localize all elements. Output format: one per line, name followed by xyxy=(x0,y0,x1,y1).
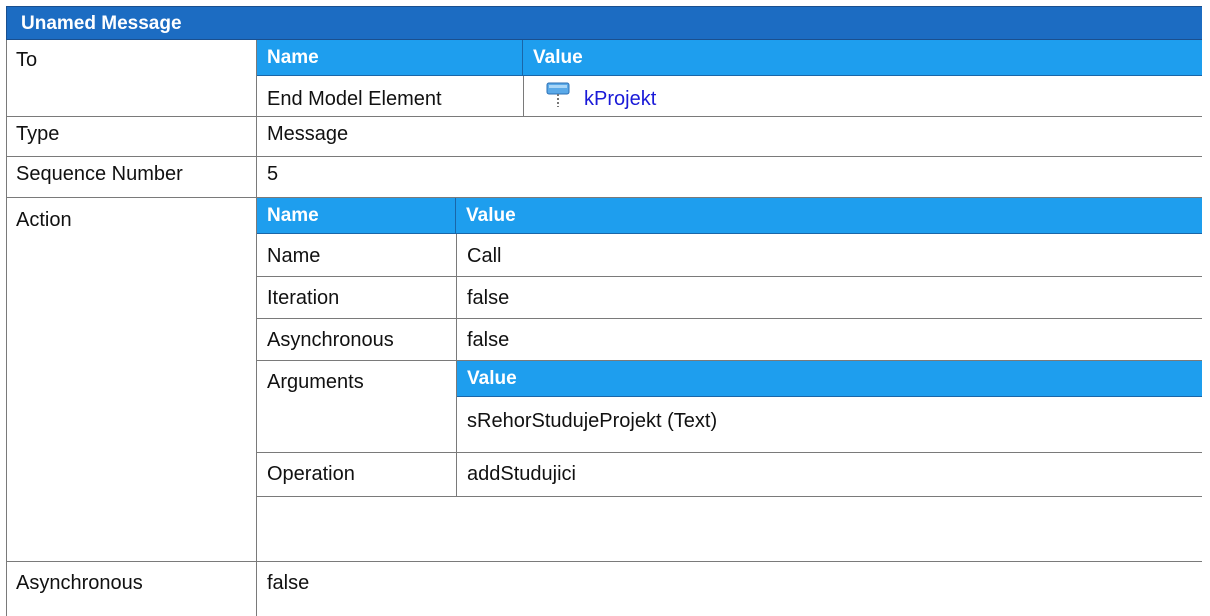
divider xyxy=(257,276,1202,277)
row-label-type: Type xyxy=(16,123,60,145)
to-header-name: Name xyxy=(257,40,523,76)
asynchronous-value: false xyxy=(267,572,310,594)
action-asynchronous-label: Asynchronous xyxy=(267,329,394,351)
divider xyxy=(257,496,1202,497)
table-title: Unamed Message xyxy=(6,6,1202,40)
divider xyxy=(456,234,457,496)
to-item-value-link[interactable]: kProjekt xyxy=(584,89,656,109)
divider xyxy=(257,452,1202,453)
action-header-name: Name xyxy=(257,198,456,234)
row-label-action: Action xyxy=(16,209,72,231)
divider xyxy=(257,360,1202,361)
divider xyxy=(523,76,524,116)
action-operation-label: Operation xyxy=(267,463,355,485)
divider xyxy=(256,40,257,616)
divider xyxy=(6,156,1202,157)
action-arguments-label: Arguments xyxy=(267,371,364,393)
divider xyxy=(6,561,1202,562)
row-label-asynchronous: Asynchronous xyxy=(16,572,143,594)
sequence-number-value: 5 xyxy=(267,163,279,185)
arguments-value: sRehorStudujeProjekt (Text) xyxy=(467,410,718,432)
to-item-value-cell[interactable]: kProjekt xyxy=(524,76,1202,116)
type-value: Message xyxy=(267,123,349,145)
action-asynchronous-value: false xyxy=(467,329,510,351)
action-name-label: Name xyxy=(267,245,321,267)
arguments-header-value: Value xyxy=(457,361,1202,397)
to-header-value: Value xyxy=(523,40,1202,76)
action-header-value: Value xyxy=(456,198,1202,234)
divider xyxy=(257,318,1202,319)
action-iteration-value: false xyxy=(467,287,510,309)
to-item-name: End Model Element xyxy=(267,88,442,110)
action-operation-value: addStudujici xyxy=(467,463,576,485)
message-properties-table: Unamed Message To Name Value End Model E… xyxy=(6,6,1202,616)
row-label-to: To xyxy=(16,49,38,71)
divider xyxy=(6,116,1202,117)
row-label-sequence-number: Sequence Number xyxy=(16,163,183,185)
action-iteration-label: Iteration xyxy=(267,287,340,309)
action-name-value: Call xyxy=(467,245,502,267)
divider xyxy=(6,197,1202,198)
class-element-icon xyxy=(546,82,570,107)
